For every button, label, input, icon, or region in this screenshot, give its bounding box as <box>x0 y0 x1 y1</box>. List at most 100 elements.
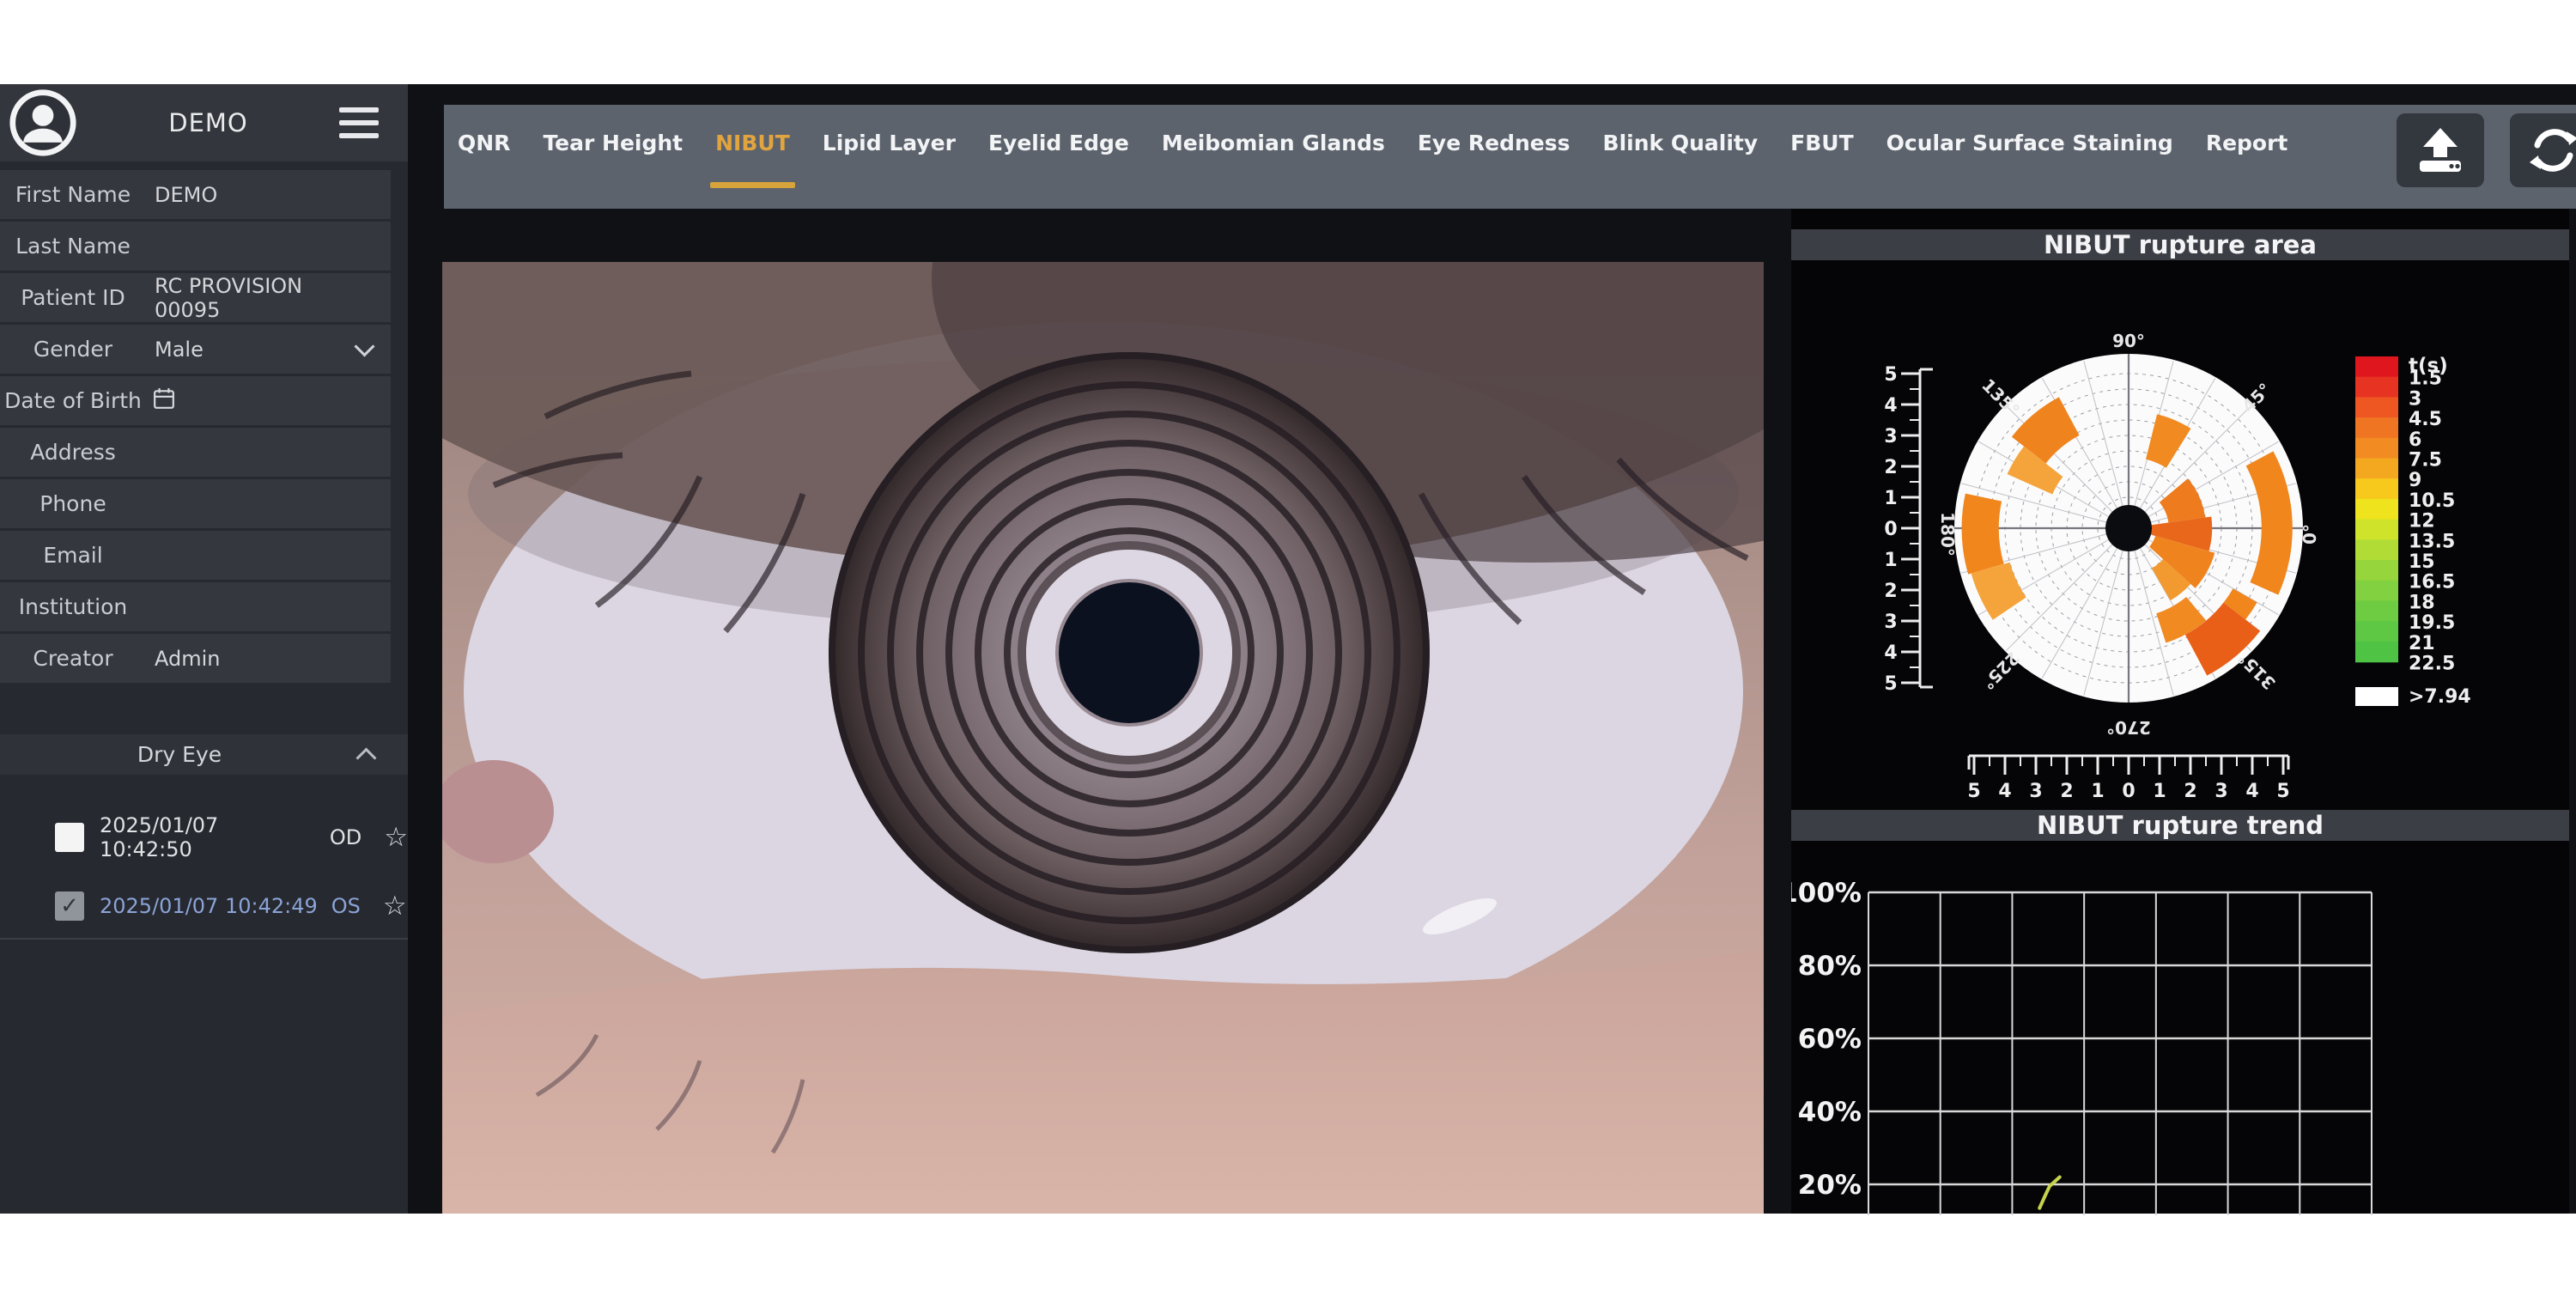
dry-eye-section-title: Dry Eye <box>0 742 359 767</box>
nav-tab-label: FBUT <box>1790 131 1854 155</box>
field-value[interactable]: Male <box>146 338 391 362</box>
upload-button[interactable] <box>2397 113 2484 187</box>
svg-text:18: 18 <box>2409 592 2435 613</box>
star-icon[interactable]: ☆ <box>384 825 408 851</box>
svg-text:4: 4 <box>2245 781 2258 802</box>
exam-timestamp: 2025/01/07 10:42:50 <box>100 813 316 861</box>
svg-text:20%: 20% <box>1798 1170 1862 1201</box>
svg-text:5: 5 <box>2276 781 2289 802</box>
nav-tab[interactable]: Eye Redness <box>1418 131 1571 155</box>
nav-tab[interactable]: FBUT <box>1790 131 1854 155</box>
nav-tab[interactable]: Tear Height <box>543 131 683 155</box>
patient-field-row: Institution <box>0 582 391 631</box>
svg-text:0°: 0° <box>2300 524 2320 545</box>
svg-text:4: 4 <box>1998 781 2011 802</box>
user-avatar-icon[interactable] <box>9 88 77 157</box>
rupture-trend-title: NIBUT rupture trend <box>1791 810 2569 841</box>
exam-eye-label: OD <box>330 825 361 849</box>
nav-tabs: QNR Tear Height NIBUT Lipid Layer Eyelid… <box>444 131 2287 155</box>
exam-list: 2025/01/07 10:42:50 OD ☆ 2025/01/07 10:4… <box>0 811 408 948</box>
field-value[interactable]: RC PROVISION 00095 <box>146 274 391 322</box>
exam-checkbox[interactable] <box>55 891 84 921</box>
nav-tab[interactable]: Ocular Surface Staining <box>1886 131 2173 155</box>
patient-field-row: First Name DEMO <box>0 170 391 219</box>
svg-text:2: 2 <box>2060 781 2073 802</box>
exam-list-item[interactable]: 2025/01/07 10:42:49 OS ☆ <box>0 879 408 933</box>
svg-text:3: 3 <box>2215 781 2227 802</box>
nav-tab-label: Eyelid Edge <box>988 131 1129 155</box>
dry-eye-section-header[interactable]: Dry Eye <box>0 734 408 775</box>
svg-text:5: 5 <box>1884 364 1897 386</box>
svg-text:2: 2 <box>2184 781 2196 802</box>
nav-tab-label: QNR <box>458 131 510 155</box>
nav-tab[interactable]: Lipid Layer <box>823 131 956 155</box>
field-value-text: Male <box>155 338 204 362</box>
svg-text:3: 3 <box>2409 388 2421 410</box>
field-label: Creator <box>0 646 146 671</box>
svg-text:3: 3 <box>2029 781 2042 802</box>
analysis-panel: NIBUT rupture area 90°45°0°315°270°225°1… <box>1791 209 2569 1214</box>
nav-tab-label: Tear Height <box>543 131 683 155</box>
svg-text:7.5: 7.5 <box>2409 450 2442 472</box>
svg-text:21: 21 <box>2409 633 2435 654</box>
exam-list-item[interactable]: 2025/01/07 10:42:50 OD ☆ <box>0 811 408 864</box>
nav-tab[interactable]: QNR <box>458 131 510 155</box>
svg-text:4.5: 4.5 <box>2409 409 2442 430</box>
svg-text:225°: 225° <box>1978 648 2024 694</box>
svg-text:5: 5 <box>1967 781 1980 802</box>
svg-text:1.5: 1.5 <box>2409 368 2442 390</box>
nibut-rupture-area-chart: 90°45°0°315°270°225°180°135°543210123455… <box>1791 260 2569 810</box>
nav-tab[interactable]: Report <box>2206 131 2288 155</box>
application-window: DEMO First Name <box>0 84 2576 1214</box>
exam-checkbox[interactable] <box>55 823 84 852</box>
nav-tab[interactable]: Meibomian Glands <box>1162 131 1385 155</box>
field-value[interactable]: Admin <box>146 647 391 671</box>
svg-text:>7.94: >7.94 <box>2409 686 2471 708</box>
patient-field-row: Creator Admin <box>0 634 391 683</box>
svg-text:1: 1 <box>2091 781 2104 802</box>
svg-text:15: 15 <box>2409 551 2435 573</box>
svg-text:0: 0 <box>2122 781 2135 802</box>
patient-field-row: Email <box>0 531 391 580</box>
svg-text:100%: 100% <box>1791 878 1862 909</box>
menu-hamburger-icon[interactable] <box>339 107 379 138</box>
star-icon[interactable]: ☆ <box>383 893 407 920</box>
svg-text:4: 4 <box>1884 642 1897 664</box>
exam-eye-label: OS <box>331 894 361 918</box>
refresh-icon <box>2528 125 2576 176</box>
nav-tab-label: NIBUT <box>715 131 790 155</box>
nav-tab-label: Report <box>2206 131 2288 155</box>
svg-text:4: 4 <box>1884 395 1897 417</box>
patient-field-row: Address <box>0 428 391 477</box>
eye-photo <box>442 262 1764 1214</box>
patient-field-row: Patient ID RC PROVISION 00095 <box>0 273 391 322</box>
nav-tab[interactable]: Eyelid Edge <box>988 131 1129 155</box>
svg-text:6: 6 <box>2409 429 2421 451</box>
svg-text:40%: 40% <box>1798 1097 1862 1128</box>
field-label: Date of Birth <box>0 388 146 413</box>
sidebar-divider <box>0 938 408 940</box>
nav-tab-label: Ocular Surface Staining <box>1886 131 2173 155</box>
svg-text:90°: 90° <box>2112 331 2145 351</box>
patient-name-title: DEMO <box>77 108 339 137</box>
field-label: Institution <box>0 594 146 619</box>
svg-text:1: 1 <box>1884 488 1897 509</box>
nav-tab[interactable]: Blink Quality <box>1603 131 1759 155</box>
svg-text:16.5: 16.5 <box>2409 572 2455 593</box>
field-value-text: RC PROVISION 00095 <box>155 274 372 322</box>
patient-field-row: Last Name <box>0 222 391 271</box>
nav-tab[interactable]: NIBUT <box>715 131 790 155</box>
upload-icon <box>2415 126 2466 174</box>
field-label: Phone <box>0 491 146 516</box>
patient-field-row: Phone <box>0 479 391 528</box>
svg-text:2: 2 <box>1884 581 1897 602</box>
svg-text:12: 12 <box>2409 511 2435 532</box>
svg-text:0: 0 <box>1884 519 1897 540</box>
field-value[interactable]: DEMO <box>146 183 391 207</box>
sidebar-header: DEMO <box>0 84 408 161</box>
field-value[interactable] <box>146 387 391 415</box>
refresh-button[interactable] <box>2510 113 2576 187</box>
svg-text:19.5: 19.5 <box>2409 612 2455 634</box>
rupture-area-title: NIBUT rupture area <box>1791 229 2569 260</box>
calendar-icon[interactable] <box>153 387 175 415</box>
